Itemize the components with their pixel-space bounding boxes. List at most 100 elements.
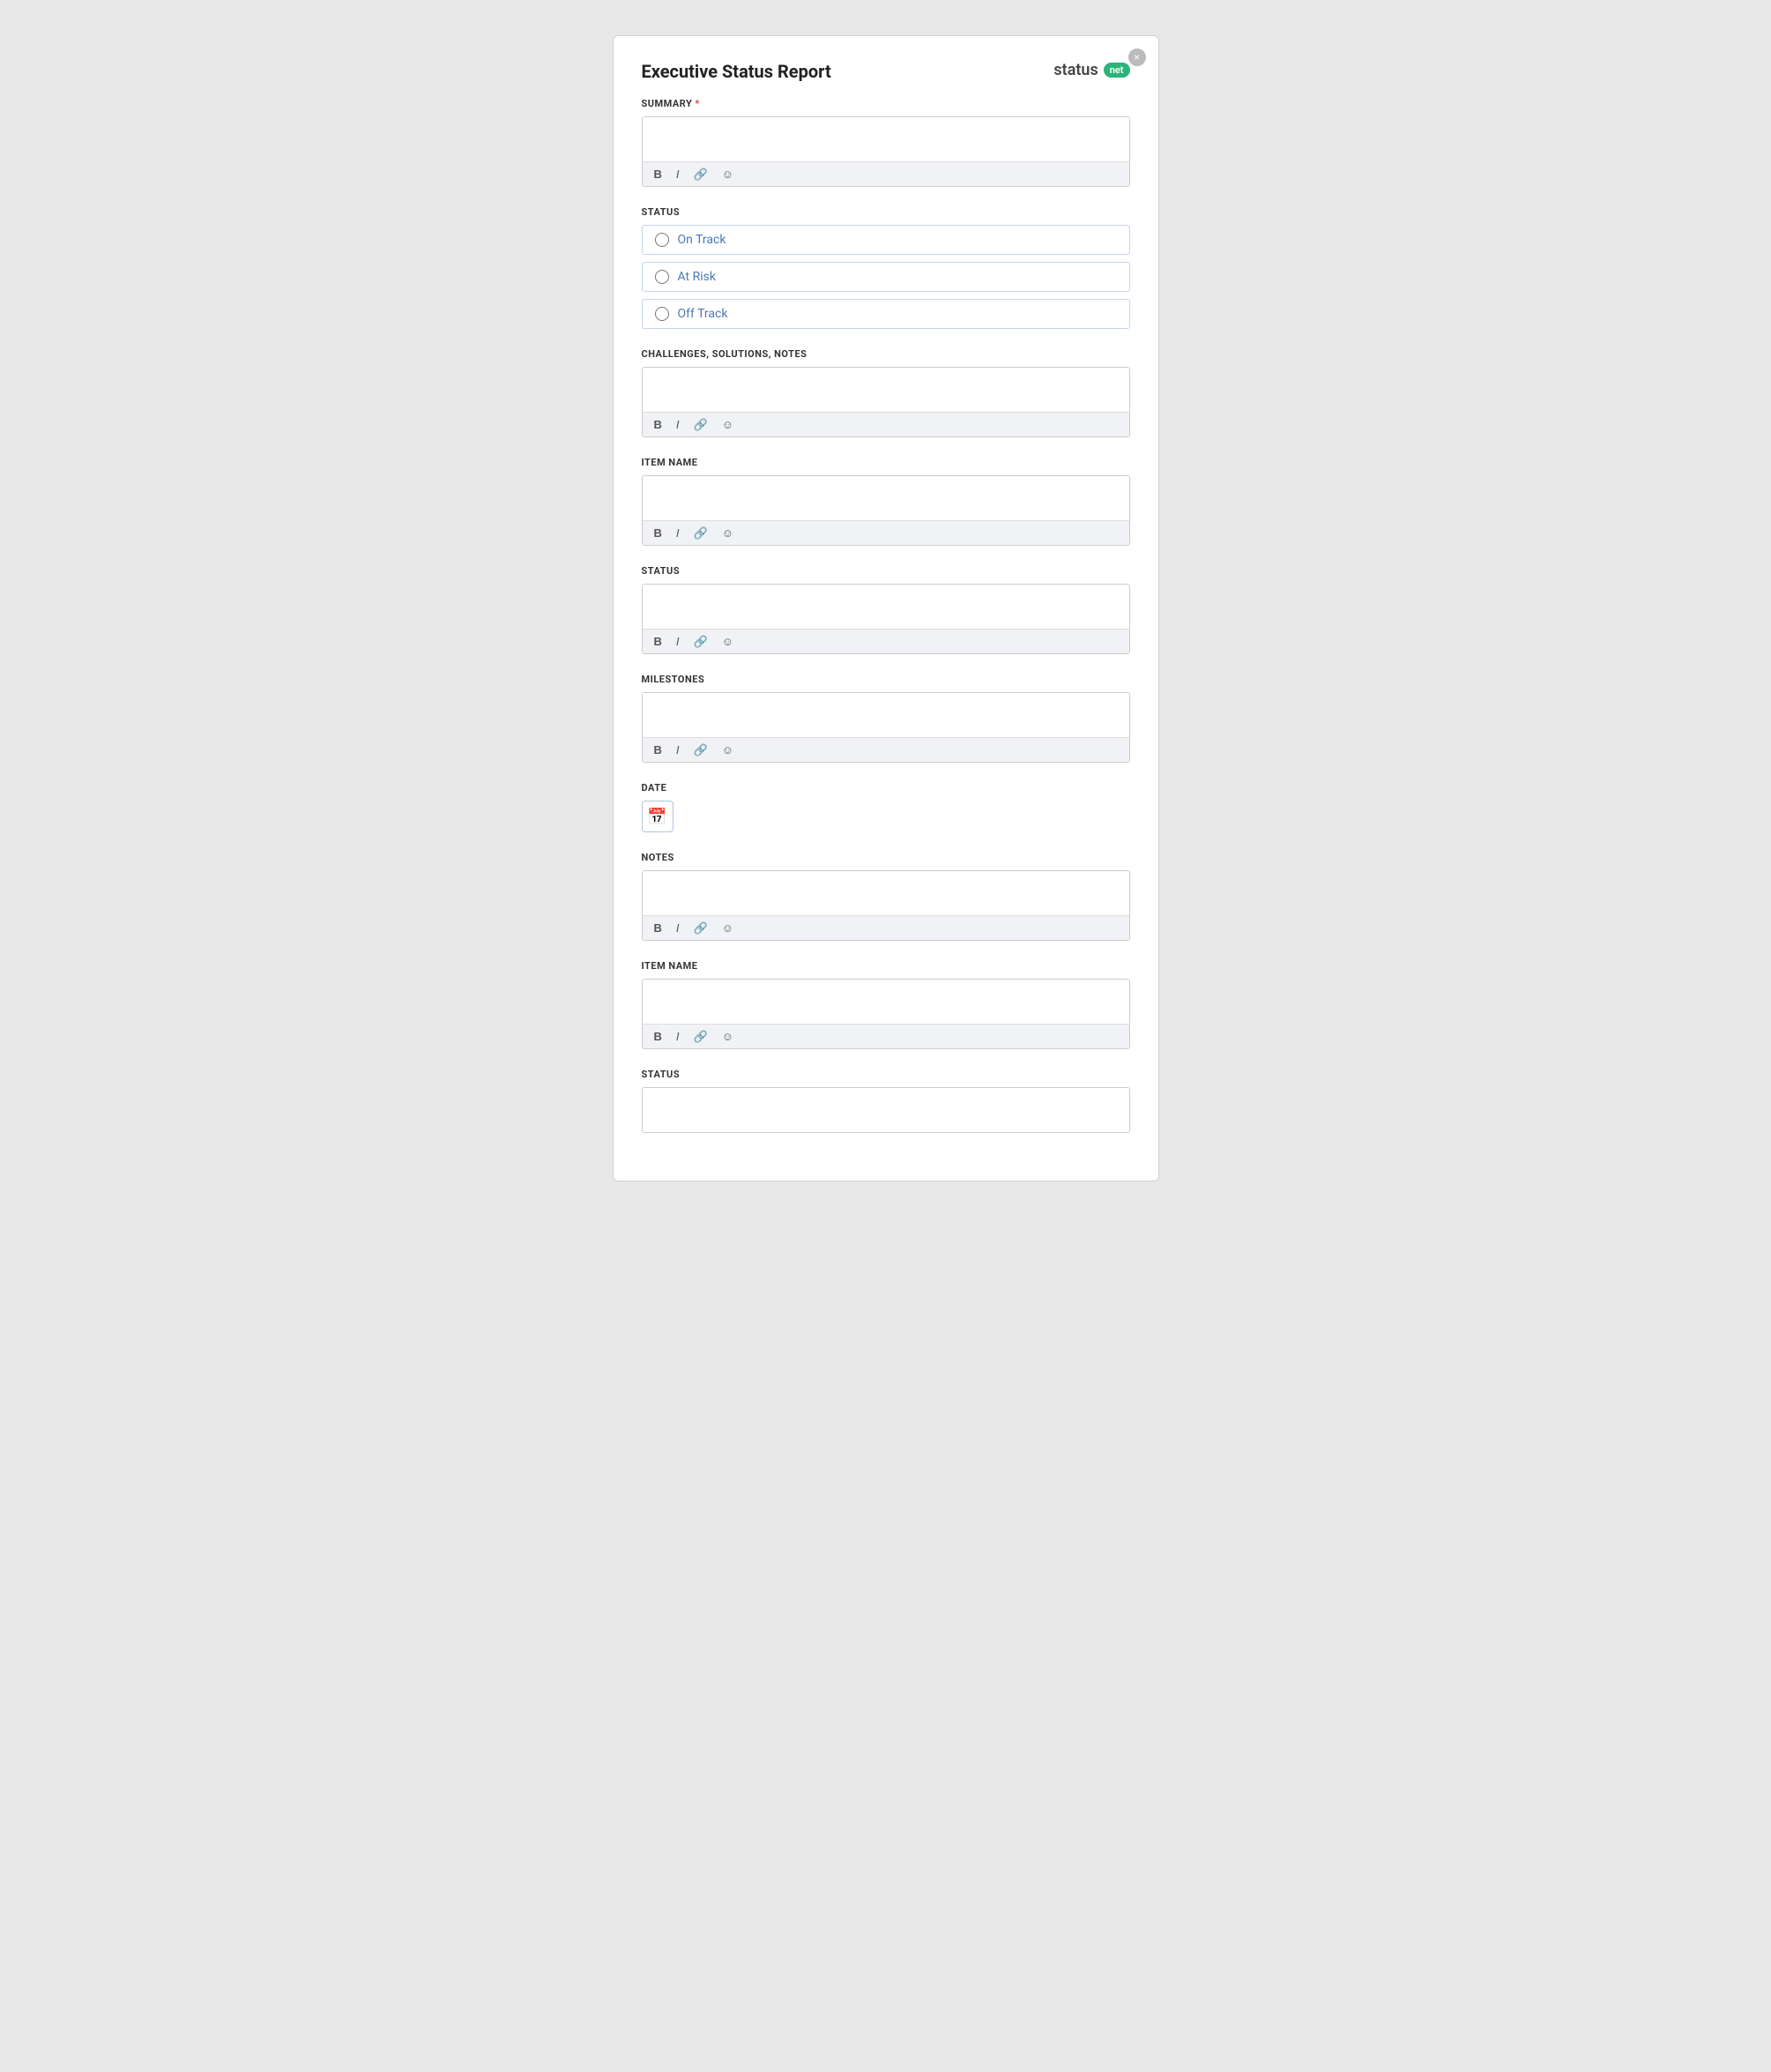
summary-input[interactable]	[643, 117, 1129, 158]
item-name-2-italic-button[interactable]: I	[673, 1029, 682, 1044]
notes-editor: B I 🔗 ☺	[642, 870, 1130, 941]
link-icon: 🔗	[694, 418, 708, 431]
emoji-icon: ☺	[722, 168, 733, 181]
date-picker-button[interactable]: 📅	[642, 801, 673, 832]
radio-option-on-track[interactable]: On Track	[642, 225, 1130, 255]
link-icon: 🔗	[694, 921, 708, 935]
milestones-editor: B I 🔗 ☺	[642, 692, 1130, 763]
milestones-toolbar: B I 🔗 ☺	[643, 737, 1129, 762]
summary-editor: B I 🔗 ☺	[642, 116, 1130, 187]
status-text-2-input[interactable]	[643, 1088, 1129, 1129]
summary-italic-button[interactable]: I	[673, 167, 682, 182]
radio-off-track[interactable]	[655, 307, 669, 321]
emoji-icon: ☺	[722, 1030, 733, 1043]
notes-input[interactable]	[643, 871, 1129, 912]
modal-container: Executive Status Report status net × SUM…	[613, 35, 1159, 1181]
status-radio-group: On Track At Risk Off Track	[642, 225, 1130, 329]
item-name-2-link-button[interactable]: 🔗	[691, 1029, 711, 1044]
status-text-1-link-button[interactable]: 🔗	[691, 634, 711, 649]
status-text-1-editor: B I 🔗 ☺	[642, 584, 1130, 654]
item-name-1-italic-button[interactable]: I	[673, 525, 682, 540]
summary-emoji-button[interactable]: ☺	[719, 167, 736, 182]
emoji-icon: ☺	[722, 635, 733, 648]
summary-toolbar: B I 🔗 ☺	[643, 161, 1129, 186]
item-name-2-editor: B I 🔗 ☺	[642, 979, 1130, 1049]
notes-section: NOTES B I 🔗 ☺	[642, 852, 1130, 941]
challenges-link-button[interactable]: 🔗	[691, 417, 711, 432]
brand-text: status	[1053, 61, 1098, 79]
status-text-1-emoji-button[interactable]: ☺	[719, 634, 736, 649]
notes-label: NOTES	[642, 852, 1130, 863]
notes-emoji-button[interactable]: ☺	[719, 920, 736, 935]
item-name-1-bold-button[interactable]: B	[651, 525, 665, 540]
item-name-1-link-button[interactable]: 🔗	[691, 525, 711, 540]
item-name-1-label: ITEM NAME	[642, 457, 1130, 468]
status-text-1-input[interactable]	[643, 585, 1129, 625]
summary-label: SUMMARY*	[642, 98, 1130, 109]
notes-toolbar: B I 🔗 ☺	[643, 915, 1129, 940]
close-button[interactable]: ×	[1128, 48, 1146, 66]
notes-bold-button[interactable]: B	[651, 920, 665, 935]
item-name-1-section: ITEM NAME B I 🔗 ☺	[642, 457, 1130, 546]
radio-option-at-risk[interactable]: At Risk	[642, 262, 1130, 292]
notes-italic-button[interactable]: I	[673, 920, 682, 935]
emoji-icon: ☺	[722, 526, 733, 540]
item-name-2-emoji-button[interactable]: ☺	[719, 1029, 736, 1044]
item-name-2-toolbar: B I 🔗 ☺	[643, 1024, 1129, 1048]
summary-link-button[interactable]: 🔗	[691, 167, 711, 182]
status-radio-section: STATUS On Track At Risk Off Track	[642, 206, 1130, 329]
item-name-1-input[interactable]	[643, 476, 1129, 517]
link-icon: 🔗	[694, 526, 708, 540]
link-icon: 🔗	[694, 168, 708, 181]
status-text-1-section: STATUS B I 🔗 ☺	[642, 565, 1130, 654]
item-name-2-label: ITEM NAME	[642, 960, 1130, 972]
radio-at-risk-label: At Risk	[678, 270, 716, 284]
status-text-1-bold-button[interactable]: B	[651, 634, 665, 649]
summary-section: SUMMARY* B I 🔗 ☺	[642, 98, 1130, 187]
status-radio-label: STATUS	[642, 206, 1130, 218]
item-name-2-section: ITEM NAME B I 🔗 ☺	[642, 960, 1130, 1049]
milestones-bold-button[interactable]: B	[651, 742, 665, 757]
item-name-2-bold-button[interactable]: B	[651, 1029, 665, 1044]
required-asterisk: *	[695, 98, 700, 109]
notes-link-button[interactable]: 🔗	[691, 920, 711, 935]
challenges-emoji-button[interactable]: ☺	[719, 417, 736, 432]
challenges-editor: B I 🔗 ☺	[642, 367, 1130, 437]
radio-on-track[interactable]	[655, 233, 669, 247]
emoji-icon: ☺	[722, 743, 733, 757]
status-text-1-toolbar: B I 🔗 ☺	[643, 629, 1129, 653]
milestones-section: MILESTONES B I 🔗 ☺	[642, 674, 1130, 763]
radio-on-track-label: On Track	[678, 233, 726, 247]
modal-title: Executive Status Report	[642, 61, 831, 82]
challenges-toolbar: B I 🔗 ☺	[643, 412, 1129, 436]
brand-badge: net	[1104, 63, 1130, 78]
link-icon: 🔗	[694, 1030, 708, 1043]
emoji-icon: ☺	[722, 418, 733, 431]
brand-logo: status net	[1053, 61, 1129, 79]
status-text-2-editor	[642, 1087, 1130, 1133]
challenges-input[interactable]	[643, 368, 1129, 408]
challenges-bold-button[interactable]: B	[651, 417, 665, 432]
emoji-icon: ☺	[722, 921, 733, 935]
status-text-1-italic-button[interactable]: I	[673, 634, 682, 649]
status-text-2-section: STATUS	[642, 1069, 1130, 1133]
challenges-italic-button[interactable]: I	[673, 417, 682, 432]
milestones-link-button[interactable]: 🔗	[691, 742, 711, 757]
item-name-1-editor: B I 🔗 ☺	[642, 475, 1130, 546]
link-icon: 🔗	[694, 635, 708, 648]
item-name-1-emoji-button[interactable]: ☺	[719, 525, 736, 540]
item-name-2-input[interactable]	[643, 980, 1129, 1020]
summary-bold-button[interactable]: B	[651, 167, 665, 182]
status-text-2-label: STATUS	[642, 1069, 1130, 1080]
modal-header: Executive Status Report status net	[642, 61, 1130, 82]
milestones-italic-button[interactable]: I	[673, 742, 682, 757]
milestones-label: MILESTONES	[642, 674, 1130, 685]
radio-at-risk[interactable]	[655, 270, 669, 284]
milestones-emoji-button[interactable]: ☺	[719, 742, 736, 757]
challenges-section: CHALLENGES, SOLUTIONS, NOTES B I 🔗 ☺	[642, 348, 1130, 437]
link-icon: 🔗	[694, 743, 708, 757]
calendar-icon: 📅	[647, 808, 666, 826]
milestones-input[interactable]	[643, 693, 1129, 734]
radio-option-off-track[interactable]: Off Track	[642, 299, 1130, 329]
radio-off-track-label: Off Track	[678, 307, 728, 321]
